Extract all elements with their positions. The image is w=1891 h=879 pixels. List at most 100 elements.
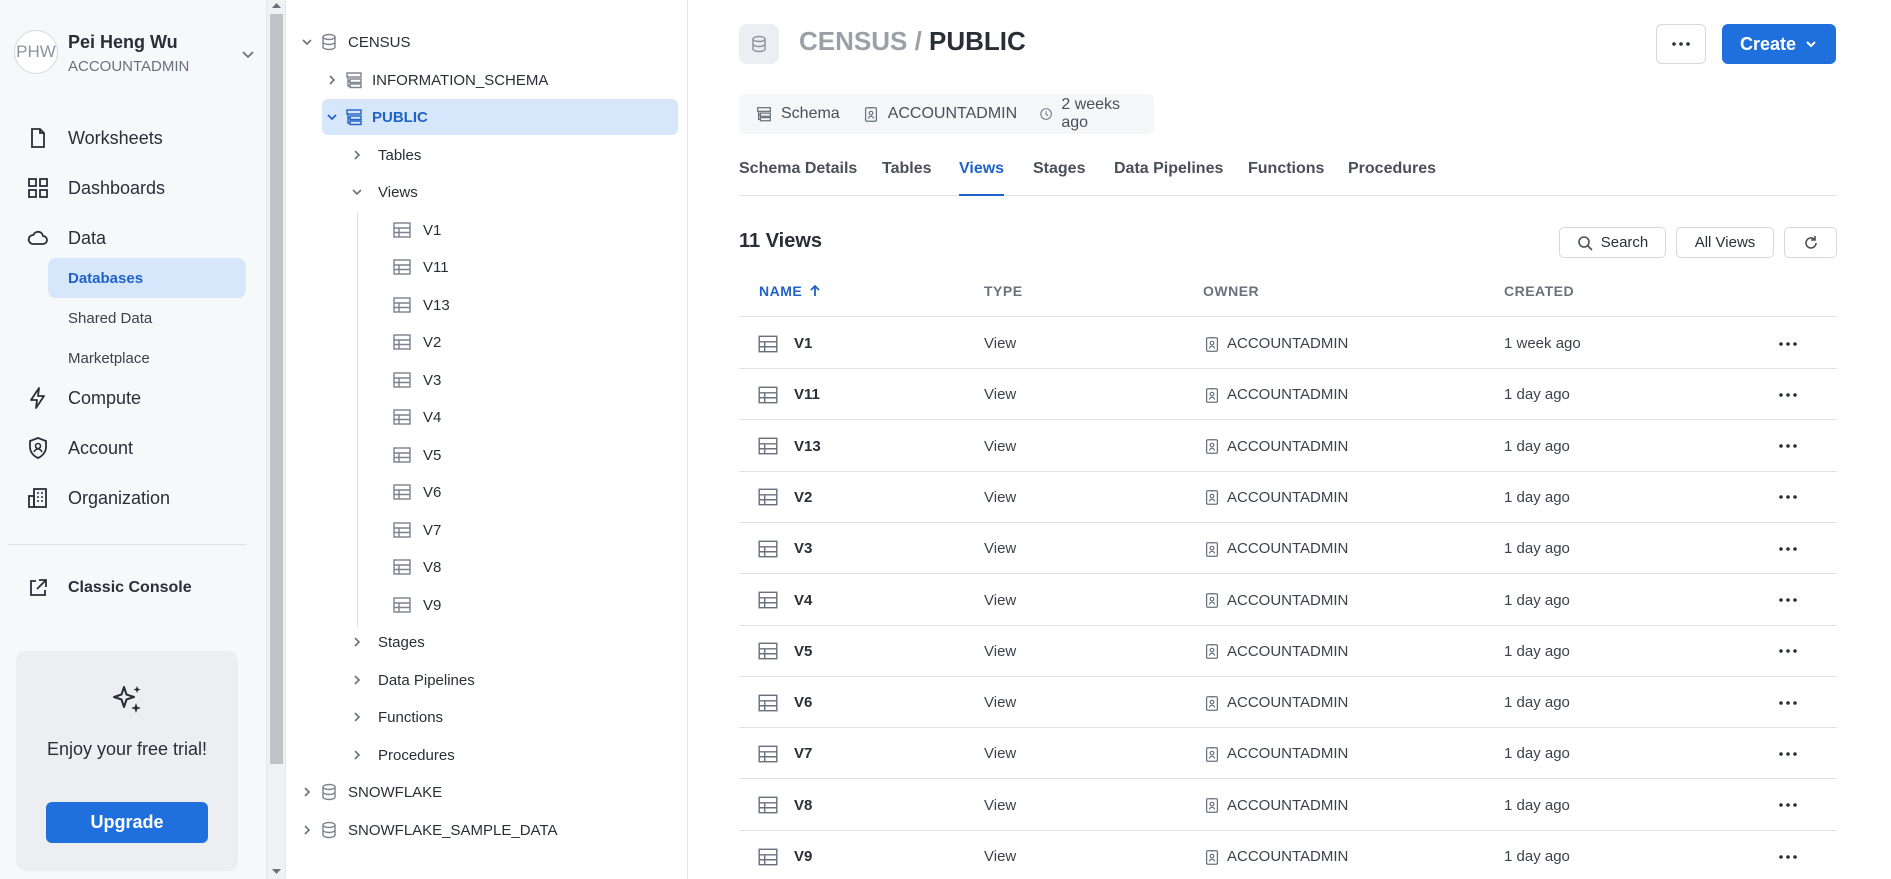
chevron-right-icon[interactable] (350, 148, 364, 162)
row-name[interactable]: V11 (794, 369, 820, 420)
column-header-name[interactable]: NAME (759, 283, 822, 299)
nav-dashboards[interactable]: Dashboards (26, 171, 165, 205)
row-name[interactable]: V1 (794, 318, 812, 369)
chevron-down-icon[interactable] (350, 185, 364, 199)
row-more-button[interactable] (1779, 831, 1797, 879)
chevron-down-icon[interactable] (325, 110, 339, 124)
table-row[interactable]: V4 View ACCOUNTADMIN 1 day ago (739, 575, 1837, 626)
tree-view-item[interactable]: V13 (287, 287, 677, 323)
chevron-right-icon[interactable] (350, 673, 364, 687)
tree-db-snowflake[interactable]: SNOWFLAKE (287, 774, 677, 810)
tab-schema-details[interactable]: Schema Details (739, 158, 857, 196)
row-name[interactable]: V4 (794, 575, 812, 626)
row-more-button[interactable] (1779, 318, 1797, 369)
row-name[interactable]: V9 (794, 831, 812, 879)
tab-tables[interactable]: Tables (882, 158, 932, 196)
tree-view-item[interactable]: V2 (287, 324, 677, 360)
tree-folder-views[interactable]: Views (287, 174, 677, 210)
tree-view-item[interactable]: V9 (287, 587, 677, 623)
row-name[interactable]: V2 (794, 472, 812, 523)
table-row[interactable]: V1 View ACCOUNTADMIN 1 week ago (739, 318, 1837, 369)
tab-procedures[interactable]: Procedures (1348, 158, 1436, 196)
tree-folder-data-pipelines[interactable]: Data Pipelines (287, 662, 677, 698)
table-row[interactable]: V9 View ACCOUNTADMIN 1 day ago (739, 831, 1837, 879)
more-actions-button[interactable] (1656, 24, 1706, 64)
chevron-right-icon[interactable] (350, 748, 364, 762)
chevron-right-icon[interactable] (325, 73, 339, 87)
row-more-button[interactable] (1779, 626, 1797, 677)
row-more-button[interactable] (1779, 421, 1797, 472)
row-more-button[interactable] (1779, 728, 1797, 779)
chevron-right-icon[interactable] (300, 823, 314, 837)
scrollbar-thumb[interactable] (270, 14, 283, 764)
tab-views[interactable]: Views (959, 158, 1005, 196)
views-filter-dropdown[interactable]: All Views (1676, 227, 1774, 258)
tree-folder-tables[interactable]: Tables (287, 137, 677, 173)
upgrade-button[interactable]: Upgrade (46, 802, 208, 843)
refresh-button[interactable] (1784, 227, 1837, 258)
row-name[interactable]: V6 (794, 677, 812, 728)
row-more-button[interactable] (1779, 575, 1797, 626)
tree-view-item[interactable]: V8 (287, 549, 677, 585)
tab-stages[interactable]: Stages (1033, 158, 1085, 196)
table-row[interactable]: V13 View ACCOUNTADMIN 1 day ago (739, 421, 1837, 472)
chevron-down-icon[interactable] (300, 35, 314, 49)
nav-scrollbar[interactable] (267, 0, 286, 879)
nav-data[interactable]: Data (26, 221, 106, 255)
tree-view-item[interactable]: V11 (287, 249, 677, 285)
column-header-created[interactable]: CREATED (1504, 283, 1574, 299)
row-name[interactable]: V7 (794, 728, 812, 779)
chevron-right-icon[interactable] (300, 785, 314, 799)
tree-folder-procedures[interactable]: Procedures (287, 737, 677, 773)
tree-folder-functions[interactable]: Functions (287, 699, 677, 735)
tab-functions[interactable]: Functions (1248, 158, 1324, 196)
user-menu[interactable]: PHW Pei Heng Wu ACCOUNTADMIN (14, 22, 259, 84)
chevron-right-icon[interactable] (350, 635, 364, 649)
chevron-down-icon[interactable] (240, 46, 256, 62)
tree-db-snowflake-sample-data[interactable]: SNOWFLAKE_SAMPLE_DATA (287, 812, 677, 848)
scroll-up-icon[interactable] (272, 2, 281, 8)
tree-view-item[interactable]: V3 (287, 362, 677, 398)
tree-view-item[interactable]: V7 (287, 512, 677, 548)
table-row[interactable]: V7 View ACCOUNTADMIN 1 day ago (739, 728, 1837, 780)
row-more-button[interactable] (1779, 780, 1797, 831)
row-name[interactable]: V3 (794, 523, 812, 574)
tab-data-pipelines[interactable]: Data Pipelines (1114, 158, 1223, 196)
nav-account[interactable]: Account (26, 431, 133, 465)
classic-console-link[interactable]: Classic Console (26, 576, 192, 600)
table-row[interactable]: V11 View ACCOUNTADMIN 1 day ago (739, 369, 1837, 421)
column-header-type[interactable]: TYPE (984, 283, 1023, 299)
row-name[interactable]: V8 (794, 780, 812, 831)
nav-shared-data[interactable]: Shared Data (48, 298, 246, 338)
tree-schema-information-schema[interactable]: INFORMATION_SCHEMA (287, 62, 677, 98)
tree-folder-stages[interactable]: Stages (287, 624, 677, 660)
table-row[interactable]: V8 View ACCOUNTADMIN 1 day ago (739, 780, 1837, 831)
create-button[interactable]: Create (1722, 24, 1836, 64)
search-button[interactable]: Search (1559, 227, 1666, 258)
tree-view-item[interactable]: V1 (287, 212, 677, 248)
nav-worksheets[interactable]: Worksheets (26, 121, 163, 155)
column-header-owner[interactable]: OWNER (1203, 283, 1259, 299)
chevron-right-icon[interactable] (350, 710, 364, 724)
table-row[interactable]: V2 View ACCOUNTADMIN 1 day ago (739, 472, 1837, 523)
row-more-button[interactable] (1779, 677, 1797, 728)
table-row[interactable]: V6 View ACCOUNTADMIN 1 day ago (739, 677, 1837, 729)
table-row[interactable]: V5 View ACCOUNTADMIN 1 day ago (739, 626, 1837, 677)
tree-schema-public[interactable]: PUBLIC (322, 99, 678, 135)
row-more-button[interactable] (1779, 369, 1797, 420)
row-name[interactable]: V5 (794, 626, 812, 677)
nav-marketplace[interactable]: Marketplace (48, 338, 246, 378)
breadcrumb-database[interactable]: CENSUS (799, 26, 907, 56)
row-name[interactable]: V13 (794, 421, 821, 472)
scroll-down-icon[interactable] (272, 869, 281, 875)
nav-organization[interactable]: Organization (26, 481, 170, 515)
row-more-button[interactable] (1779, 472, 1797, 523)
nav-databases[interactable]: Databases (48, 258, 246, 298)
row-more-button[interactable] (1779, 523, 1797, 574)
tree-db-census[interactable]: CENSUS (287, 24, 677, 60)
tree-view-item[interactable]: V6 (287, 474, 677, 510)
tree-view-item[interactable]: V5 (287, 437, 677, 473)
table-row[interactable]: V3 View ACCOUNTADMIN 1 day ago (739, 523, 1837, 575)
nav-compute[interactable]: Compute (26, 381, 141, 415)
tree-view-item[interactable]: V4 (287, 399, 677, 435)
